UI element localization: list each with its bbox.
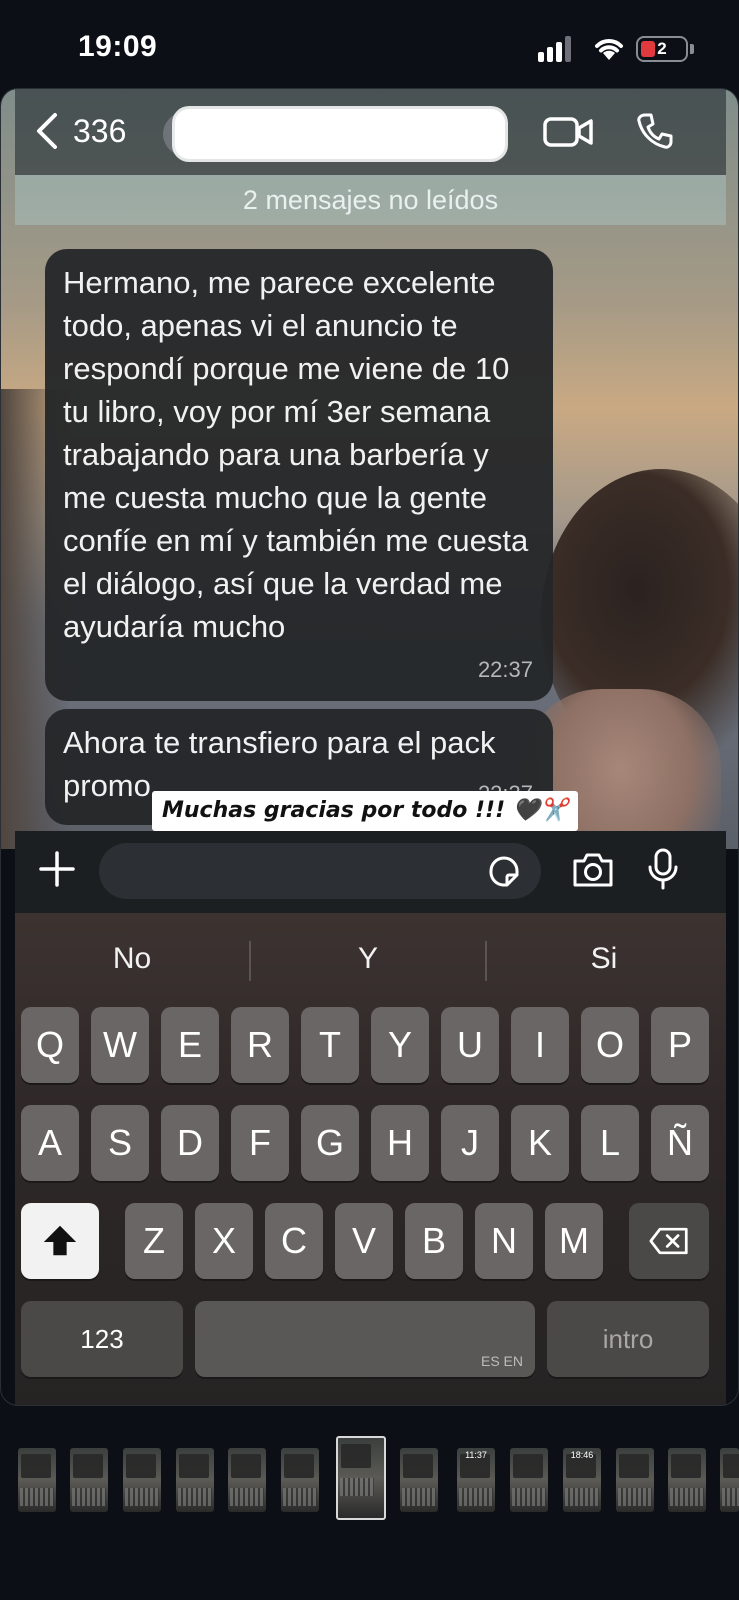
key-f[interactable]: F [231,1105,289,1181]
key-k[interactable]: K [511,1105,569,1181]
story-thumbnail[interactable]: 11:37 [457,1448,495,1512]
status-time: 19:09 [78,30,158,63]
message-input-bar [15,831,726,913]
key-b[interactable]: B [405,1203,463,1279]
shift-arrow-icon [43,1225,77,1256]
key-e[interactable]: E [161,1007,219,1083]
story-thumbnail[interactable]: 18:46 [563,1448,601,1512]
message-time: 22:37 [477,657,533,682]
battery-level: 2 [657,39,667,58]
key-v[interactable]: V [335,1203,393,1279]
sticker-icon[interactable] [485,853,523,891]
key-p[interactable]: P [651,1007,709,1083]
story-thumbnail[interactable] [70,1448,108,1512]
key-g[interactable]: G [301,1105,359,1181]
key-n[interactable]: N [475,1203,533,1279]
story-thumbnail-strip: 11:37 18:46 [0,1412,739,1520]
story-thumbnail[interactable] [18,1448,56,1512]
video-call-icon[interactable] [543,115,595,149]
story-thumbnail[interactable] [720,1448,739,1512]
key-w[interactable]: W [91,1007,149,1083]
story-thumbnail[interactable] [616,1448,654,1512]
key-z[interactable]: Z [125,1203,183,1279]
cellular-signal-icon [538,36,578,62]
suggestion-2[interactable]: Y [251,929,485,989]
story-thumbnail[interactable] [176,1448,214,1512]
key-m[interactable]: M [545,1203,603,1279]
microphone-icon[interactable] [647,847,679,891]
suggestion-1[interactable]: No [15,929,249,989]
story-thumbnail[interactable] [228,1448,266,1512]
story-caption: Muchas gracias por todo !!! 🖤✂️ [152,791,578,831]
numbers-key[interactable]: 123 [21,1301,183,1377]
key-j[interactable]: J [441,1105,499,1181]
key-s[interactable]: S [91,1105,149,1181]
camera-icon[interactable] [571,851,615,889]
key-l[interactable]: L [581,1105,639,1181]
language-label: ES EN [480,1353,523,1369]
unread-messages-banner: 2 mensajes no leídos [15,175,726,225]
key-y[interactable]: Y [371,1007,429,1083]
return-key[interactable]: intro [547,1301,709,1377]
key-r[interactable]: R [231,1007,289,1083]
key-q[interactable]: Q [21,1007,79,1083]
story-thumbnail[interactable] [281,1448,319,1512]
backspace-icon [649,1227,688,1255]
message-input[interactable] [99,843,541,899]
battery-tip [690,44,694,54]
story-thumbnail[interactable] [510,1448,548,1512]
phone-call-icon[interactable] [635,111,675,151]
contact-name-redacted [175,109,505,159]
story-thumbnail-selected[interactable] [336,1436,386,1520]
chat-header: 336 [15,89,726,175]
key-c[interactable]: C [265,1203,323,1279]
thumbnail-time: 18:46 [570,1450,594,1460]
wifi-icon [595,39,623,60]
key-a[interactable]: A [21,1105,79,1181]
suggestion-3[interactable]: Si [487,929,721,989]
key-n-tilde[interactable]: Ñ [651,1105,709,1181]
space-key[interactable]: ES EN [195,1301,535,1377]
message-bubble[interactable]: Hermano, me parece excelente todo, apena… [45,249,553,701]
keyboard: No Y Si Q W E R T Y U I O P A S D F G H … [15,913,726,1405]
battery-icon: 2 [636,36,688,62]
chevron-left-icon[interactable] [33,111,63,151]
story-thumbnail[interactable] [400,1448,438,1512]
shift-key[interactable] [21,1203,99,1279]
key-t[interactable]: T [301,1007,359,1083]
delete-key[interactable] [629,1203,709,1279]
key-d[interactable]: D [161,1105,219,1181]
story-thumbnail[interactable] [123,1448,161,1512]
story-thumbnail[interactable] [668,1448,706,1512]
key-x[interactable]: X [195,1203,253,1279]
thumbnail-time: 11:37 [465,1450,487,1460]
key-o[interactable]: O [581,1007,639,1083]
message-text: Hermano, me parece excelente todo, apena… [63,265,529,644]
back-unread-count[interactable]: 336 [73,113,126,150]
plus-icon[interactable] [37,849,77,889]
chat-screenshot: 336 2 mensajes no leídos Hermano, me par… [0,88,739,1406]
status-bar: 19:09 2 [0,0,739,90]
key-h[interactable]: H [371,1105,429,1181]
key-u[interactable]: U [441,1007,499,1083]
key-i[interactable]: I [511,1007,569,1083]
